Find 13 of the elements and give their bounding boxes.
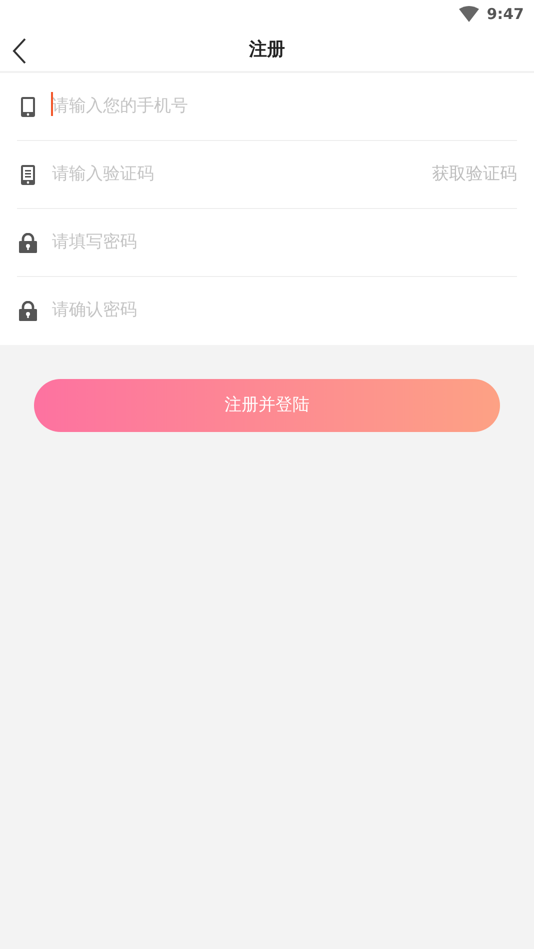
lock-icon (18, 301, 38, 321)
input-field[interactable]: 请填写密码 (52, 230, 517, 256)
status-time: 9:47 (486, 4, 524, 25)
phone-icon (18, 96, 38, 116)
phone-code-icon (18, 164, 38, 184)
input-field[interactable]: 请输入验证码 (52, 162, 418, 188)
page-title: 注册 (249, 38, 285, 62)
wifi-icon (458, 6, 479, 22)
get-code-button[interactable]: 获取验证码 (432, 162, 517, 188)
input-field[interactable]: 请输入您的手机号 (52, 94, 517, 120)
register-login-button[interactable]: 注册并登陆 (34, 379, 500, 432)
input-field[interactable]: 请确认密码 (52, 298, 517, 324)
lock-icon (18, 232, 38, 252)
